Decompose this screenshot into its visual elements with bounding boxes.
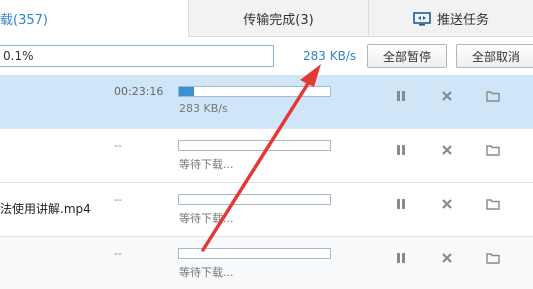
folder-icon[interactable] <box>485 250 501 266</box>
status-text: 等待下载... <box>179 266 234 279</box>
tab-completed[interactable]: 传输完成(3) <box>189 0 369 37</box>
progress-bar <box>178 248 331 259</box>
close-icon[interactable] <box>439 142 455 158</box>
folder-icon[interactable] <box>485 88 501 104</box>
progress-bar <box>178 140 331 151</box>
table-row[interactable]: 法使用讲解.mp4 -- 等待下载... <box>0 183 533 237</box>
total-speed: 283 KB/s <box>303 49 357 63</box>
tab-downloading[interactable]: 载(357) <box>0 0 189 38</box>
tab-push-tasks-label: 推送任务 <box>436 13 489 28</box>
tab-bar: 载(357) 传输完成(3) 推送任务 <box>0 0 533 38</box>
time-remaining: 00:23:16 <box>114 85 164 98</box>
close-icon[interactable] <box>439 88 455 104</box>
cancel-all-button[interactable]: 全部取消 <box>456 44 533 68</box>
status-text: 283 KB/s <box>179 102 228 115</box>
file-name: 法使用讲解.mp4 <box>0 202 91 216</box>
monitor-icon <box>413 11 431 26</box>
progress-fill <box>179 87 195 96</box>
close-icon[interactable] <box>439 250 455 266</box>
close-icon[interactable] <box>439 196 455 212</box>
pause-icon[interactable] <box>393 196 409 212</box>
toolbar: 0.1% 283 KB/s 全部暂停 全部取消 <box>0 37 533 75</box>
pause-icon[interactable] <box>393 250 409 266</box>
status-text: 等待下载... <box>179 212 234 225</box>
progress-bar <box>178 86 331 97</box>
tab-downloading-label: 载(357) <box>0 13 48 28</box>
progress-bar <box>178 194 331 205</box>
tab-completed-label: 传输完成(3) <box>243 13 314 28</box>
folder-icon[interactable] <box>485 196 501 212</box>
table-row[interactable]: -- 等待下载... <box>0 129 533 183</box>
table-row[interactable]: 00:23:16 283 KB/s <box>0 75 533 129</box>
time-remaining: -- <box>114 139 122 152</box>
tab-push-tasks[interactable]: 推送任务 <box>369 0 533 37</box>
search-input[interactable]: 0.1% <box>0 45 274 67</box>
status-text: 等待下载... <box>179 158 234 171</box>
pause-icon[interactable] <box>393 88 409 104</box>
search-input-value: 0.1% <box>3 49 34 63</box>
table-row[interactable]: -- 等待下载... <box>0 237 533 289</box>
time-remaining: -- <box>114 193 122 206</box>
pause-icon[interactable] <box>393 142 409 158</box>
pause-all-button[interactable]: 全部暂停 <box>367 44 447 68</box>
folder-icon[interactable] <box>485 142 501 158</box>
time-remaining: -- <box>114 247 122 260</box>
